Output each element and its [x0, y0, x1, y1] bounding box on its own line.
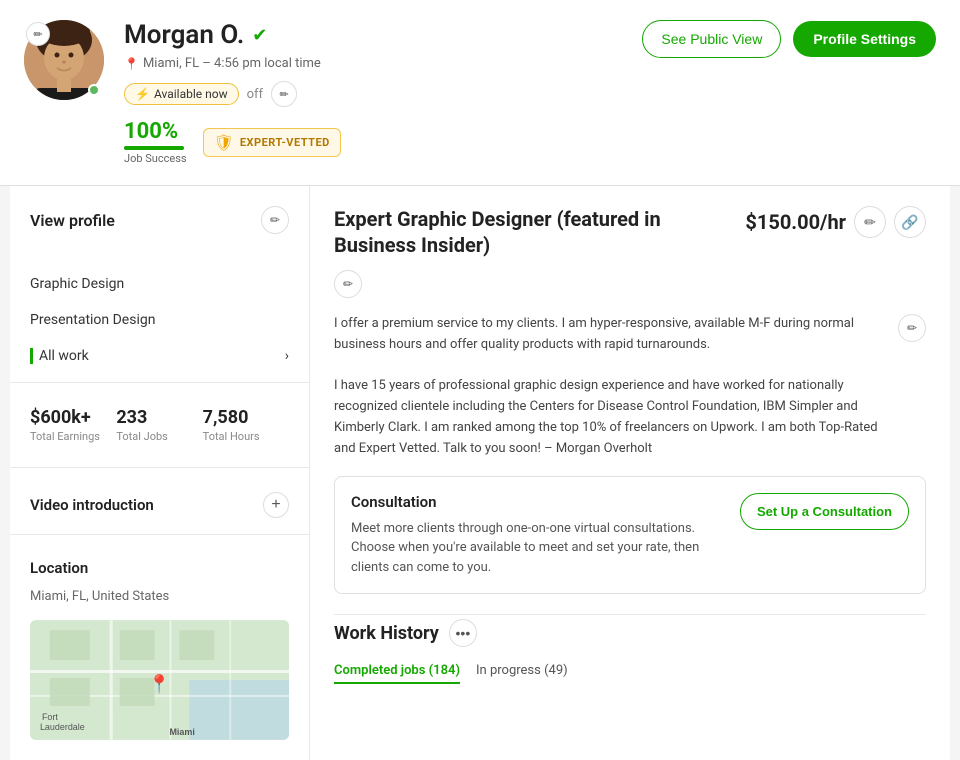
stat-earnings: $600k+ Total Earnings	[30, 407, 116, 443]
stat-jobs-value: 233	[116, 407, 202, 428]
stat-earnings-value: $600k+	[30, 407, 116, 428]
availability-badge: ⚡ Available now	[124, 83, 239, 105]
expert-vetted-label: EXPERT-VETTED	[240, 136, 330, 149]
sidebar-view-profile-section: View profile ✏	[10, 206, 309, 266]
view-profile-header: View profile ✏	[30, 206, 289, 234]
stat-jobs: 233 Total Jobs	[116, 407, 202, 443]
work-history-header: Work History •••	[334, 614, 926, 647]
edit-profile-button[interactable]: ✏	[261, 206, 289, 234]
job-title-left: Expert Graphic Designer (featured in Bus…	[334, 206, 745, 298]
job-success-label: Job Success	[124, 152, 187, 165]
job-title-row: Expert Graphic Designer (featured in Bus…	[334, 206, 926, 298]
job-title-right: $150.00/hr ✏ 🔗	[745, 206, 926, 238]
rate-text: $150.00/hr	[745, 210, 846, 234]
location-detail-text: Miami, FL, United States	[10, 585, 309, 612]
edit-rate-button[interactable]: ✏	[854, 206, 886, 238]
video-intro-label: Video introduction	[30, 496, 154, 514]
bio-para-2: I have 15 years of professional graphic …	[334, 376, 926, 459]
sidebar-nav: Graphic Design Presentation Design	[10, 266, 309, 338]
profile-info: Morgan O. ✔ 📍 Miami, FL – 4:56 pm local …	[124, 20, 642, 165]
sidebar-stats: $600k+ Total Earnings 233 Total Jobs 7,5…	[10, 391, 309, 459]
location-row: 📍 Miami, FL – 4:56 pm local time	[124, 56, 642, 71]
svg-text:📍: 📍	[148, 673, 170, 695]
sidebar: View profile ✏ Graphic Design Presentati…	[10, 186, 310, 760]
name-row: Morgan O. ✔	[124, 20, 642, 50]
availability-off-label: off	[247, 87, 263, 102]
availability-label: Available now	[154, 87, 228, 101]
profile-name: Morgan O.	[124, 20, 244, 50]
sidebar-item-all-work[interactable]: All work ›	[10, 338, 309, 374]
svg-text:Miami: Miami	[169, 727, 194, 737]
progress-bar-fill	[124, 146, 184, 150]
work-history-tabs: Completed jobs (184) In progress (49)	[334, 659, 926, 684]
stat-hours-value: 7,580	[203, 407, 289, 428]
all-work-label: All work	[30, 348, 89, 364]
stat-jobs-label: Total Jobs	[116, 430, 202, 443]
work-history-title: Work History	[334, 623, 439, 644]
sidebar-divider-1	[10, 382, 309, 383]
lightning-icon: ⚡	[135, 87, 150, 101]
location-icon: 📍	[124, 57, 139, 71]
bio-para-1: I offer a premium service to my clients.…	[334, 314, 926, 356]
stat-earnings-label: Total Earnings	[30, 430, 116, 443]
map-placeholder: Fort Lauderdale 📍 Miami	[30, 620, 289, 740]
add-video-button[interactable]: +	[263, 492, 289, 518]
video-intro-section: Video introduction +	[10, 476, 309, 526]
setup-consultation-button[interactable]: Set Up a Consultation	[740, 493, 909, 530]
edit-availability-button[interactable]: ✏	[271, 81, 297, 107]
location-text: Miami, FL – 4:56 pm local time	[143, 56, 321, 71]
sidebar-item-graphic-design[interactable]: Graphic Design	[10, 266, 309, 302]
sidebar-divider-3	[10, 534, 309, 535]
edit-bio-button[interactable]: ✏	[898, 314, 926, 342]
edit-job-title-button[interactable]: ✏	[334, 270, 362, 298]
avatar-area: ✏	[24, 20, 104, 100]
shield-icon: 🛡	[214, 133, 234, 152]
chevron-right-icon: ›	[285, 348, 289, 364]
view-profile-title: View profile	[30, 211, 115, 230]
progress-bar-wrap	[124, 146, 184, 150]
consultation-content: Consultation Meet more clients through o…	[351, 493, 724, 578]
tab-in-progress[interactable]: In progress (49)	[476, 659, 568, 684]
header-actions: See Public View Profile Settings	[642, 20, 936, 58]
consultation-card: Consultation Meet more clients through o…	[334, 476, 926, 595]
job-title-text: Expert Graphic Designer (featured in Bus…	[334, 206, 745, 258]
svg-text:Fort: Fort	[42, 712, 58, 722]
work-history-more-button[interactable]: •••	[449, 619, 477, 647]
profile-header: ✏ Morgan O. ✔ 📍 Miami, FL – 4:56 pm loca…	[0, 0, 960, 186]
main-content: View profile ✏ Graphic Design Presentati…	[10, 186, 950, 760]
stat-hours-label: Total Hours	[203, 430, 289, 443]
edit-avatar-button[interactable]: ✏	[26, 22, 50, 46]
sidebar-divider-2	[10, 467, 309, 468]
consultation-description: Meet more clients through one-on-one vir…	[351, 519, 724, 578]
verified-badge: ✔	[252, 25, 267, 46]
expert-vetted-badge: 🛡 EXPERT-VETTED	[203, 128, 341, 157]
main-panel: Expert Graphic Designer (featured in Bus…	[310, 186, 950, 760]
stat-hours: 7,580 Total Hours	[203, 407, 289, 443]
svg-text:Lauderdale: Lauderdale	[40, 722, 85, 732]
job-success-percent: 100%	[124, 119, 187, 144]
bio-section: I offer a premium service to my clients.…	[334, 314, 926, 460]
location-section-header: Location	[10, 543, 309, 585]
availability-row: ⚡ Available now off ✏	[124, 81, 642, 107]
location-section-label: Location	[30, 559, 88, 577]
page-wrapper: ✏ Morgan O. ✔ 📍 Miami, FL – 4:56 pm loca…	[0, 0, 960, 760]
profile-settings-button[interactable]: Profile Settings	[793, 21, 936, 57]
map-svg: Fort Lauderdale 📍 Miami	[30, 620, 289, 740]
link-button[interactable]: 🔗	[894, 206, 926, 238]
stats-row: 100% Job Success 🛡 EXPERT-VETTED	[124, 119, 642, 165]
sidebar-item-presentation-design[interactable]: Presentation Design	[10, 302, 309, 338]
job-success-section: 100% Job Success	[124, 119, 187, 165]
consultation-title: Consultation	[351, 493, 724, 511]
see-public-view-button[interactable]: See Public View	[642, 20, 781, 58]
online-indicator	[88, 84, 100, 96]
tab-completed-jobs[interactable]: Completed jobs (184)	[334, 659, 460, 684]
